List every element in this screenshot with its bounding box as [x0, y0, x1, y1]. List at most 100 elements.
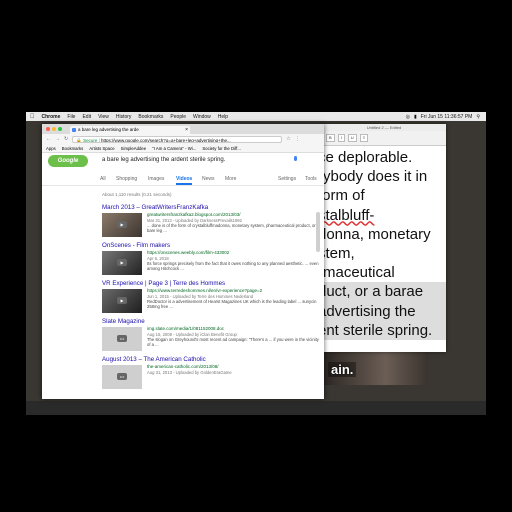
result-title[interactable]: March 2013 – GreatWritersFranzKafka: [102, 204, 322, 211]
video-thumbnail[interactable]: ▶: [102, 251, 142, 275]
search-result: VR Experience | Page 3 | Terre des Homme…: [102, 280, 322, 313]
result-snippet: RedDoctor is a advertisement of Hearst M…: [147, 299, 317, 309]
result-snippet: Its force springs precisely from the fac…: [147, 261, 319, 271]
menu-history[interactable]: History: [116, 114, 132, 120]
text-line: rybody does it in: [322, 168, 428, 186]
video-thumbnail[interactable]: ▶: [102, 289, 142, 313]
video-thumbnail[interactable]: ▶: [102, 213, 142, 237]
menu-people[interactable]: People: [170, 114, 186, 120]
align-left-icon[interactable]: ≡: [359, 134, 369, 142]
divider: [42, 185, 324, 186]
result-title[interactable]: VR Experience | Page 3 | Terre des Homme…: [102, 280, 322, 287]
search-input[interactable]: a bare leg advertising the ardent steril…: [100, 155, 306, 165]
more-dots-icon: •••: [117, 373, 127, 380]
text-line: ent sterile spring.: [322, 320, 446, 341]
result-title[interactable]: August 2013 – The American Catholic: [102, 356, 322, 363]
result-snippet: The slogan on Greyhound's most recent ad…: [147, 337, 319, 347]
bookmark-apps[interactable]: Apps: [46, 146, 56, 151]
browser-tab[interactable]: a bare leg advertising the arde ×: [70, 126, 190, 134]
tab-bar: a bare leg advertising the arde ×: [42, 124, 324, 134]
video-caption: ain.: [328, 362, 357, 377]
menu-bar:  Chrome File Edit View History Bookmark…: [26, 112, 486, 121]
tab-shopping[interactable]: Shopping: [116, 176, 137, 182]
menu-dots-icon[interactable]: ⋮: [295, 136, 300, 142]
result-url: img.slate.com/media/1/081152008.doc: [147, 326, 224, 331]
textedit-title: Untitled 2 — Edited: [322, 124, 446, 131]
bookmark-i-am-a-camera[interactable]: "I Am a Camera" - Wi...: [152, 146, 196, 151]
result-title[interactable]: Slate Magazine: [102, 318, 322, 325]
menu-edit[interactable]: Edit: [82, 114, 91, 120]
result-url: https://www.terredeshommes.nl/en/vr-expe…: [147, 288, 263, 293]
result-url: the-american-catholic.com/2013/08/: [147, 364, 219, 369]
minimize-window-icon[interactable]: [52, 127, 56, 131]
star-icon[interactable]: ☆: [286, 136, 290, 142]
menu-view[interactable]: View: [98, 114, 109, 120]
menu-file[interactable]: File: [67, 114, 75, 120]
battery-icon[interactable]: ▮: [414, 114, 417, 120]
tab-videos[interactable]: Videos: [176, 176, 192, 182]
dock: [26, 401, 486, 415]
tab-news[interactable]: News: [202, 176, 215, 182]
textedit-document[interactable]: ce deplorable. rybody does it in form of…: [322, 146, 446, 341]
play-icon: ▶: [117, 221, 127, 228]
reload-icon[interactable]: ↻: [64, 136, 68, 142]
menu-help[interactable]: Help: [218, 114, 228, 120]
result-title[interactable]: OnScenes - Film makers: [102, 242, 322, 249]
tab-more[interactable]: More: [225, 176, 236, 182]
bold-button[interactable]: B: [326, 134, 335, 142]
tab-title: a bare leg advertising the arde: [78, 127, 139, 132]
forward-icon[interactable]: →: [55, 136, 60, 142]
bookmark-folder[interactable]: Bookmarks: [62, 146, 84, 151]
search-result: Slate Magazine ••• img.slate.com/media/1…: [102, 318, 322, 351]
video-thumbnail[interactable]: •••: [102, 327, 142, 351]
result-url: https://onscenes.weebly.com/film-433002: [147, 250, 230, 255]
result-snippet: ... done is of the form of crystalbluffm…: [147, 223, 320, 233]
text-line: stem,: [322, 245, 355, 263]
microphone-icon[interactable]: [294, 156, 297, 161]
video-thumbnail[interactable]: •••: [102, 365, 142, 389]
close-window-icon[interactable]: [46, 127, 50, 131]
address-bar: ← → ↻ 🔒 Secure | https://www.google.com/…: [42, 134, 324, 144]
tab-tools[interactable]: Tools: [305, 176, 317, 182]
text-line: duct, or a barae: [322, 282, 446, 302]
tab-all[interactable]: All: [100, 176, 106, 182]
bookmark-simpleaddee[interactable]: SimpleAddee: [121, 146, 147, 151]
textedit-toolbar: B I U ≡: [322, 131, 446, 146]
close-tab-icon[interactable]: ×: [185, 126, 188, 134]
google-doodle-logo[interactable]: Google: [48, 155, 88, 167]
tab-settings[interactable]: Settings: [278, 176, 296, 182]
url-text: https://www.google.com/search?q=a+bare+l…: [101, 137, 231, 143]
google-favicon-icon: [72, 128, 76, 132]
menu-clock[interactable]: Fri Jun 15 11:36:57 PM: [421, 114, 473, 120]
zoom-window-icon[interactable]: [58, 127, 62, 131]
result-date: Aug 31, 2013 - Uploaded by GoldenEraGame: [147, 370, 232, 375]
wifi-icon[interactable]: ◎: [406, 114, 410, 120]
text-line: donna, monetary: [322, 225, 431, 243]
menu-app-name[interactable]: Chrome: [42, 114, 61, 120]
search-result: OnScenes - Film makers ▶ https://onscene…: [102, 242, 322, 275]
more-dots-icon: •••: [117, 335, 127, 342]
url-input[interactable]: 🔒 Secure | https://www.google.com/search…: [72, 135, 283, 143]
bookmark-artists-space[interactable]: Artists Space: [89, 146, 114, 151]
search-result: August 2013 – The American Catholic ••• …: [102, 356, 322, 389]
play-icon: ▶: [117, 259, 127, 266]
bookmark-society[interactable]: Society for the Diff...: [202, 146, 241, 151]
bookmarks-bar: Apps Bookmarks Artists Space SimpleAddee…: [42, 144, 324, 153]
secure-label: Secure: [83, 137, 98, 143]
back-icon[interactable]: ←: [46, 136, 51, 142]
text-line: rmaceutical: [322, 264, 395, 282]
search-result: March 2013 – GreatWritersFranzKafka ▶ gr…: [102, 204, 322, 237]
search-icon[interactable]: ⚲: [476, 114, 480, 120]
menu-window[interactable]: Window: [193, 114, 211, 120]
italic-button[interactable]: I: [337, 134, 345, 142]
tab-images[interactable]: Images: [148, 176, 164, 182]
menu-bookmarks[interactable]: Bookmarks: [138, 114, 163, 120]
result-url: greatwritersfranzkafka2.blogspot.com/201…: [147, 212, 241, 217]
text-line: stalbluff-: [322, 206, 375, 224]
lock-icon: 🔒: [76, 137, 82, 143]
text-line: ce deplorable.: [322, 149, 413, 166]
scrollbar[interactable]: [316, 212, 320, 252]
chrome-window: a bare leg advertising the arde × ← → ↻ …: [42, 124, 324, 399]
underline-button[interactable]: U: [347, 134, 357, 142]
apple-icon[interactable]: : [30, 114, 35, 120]
